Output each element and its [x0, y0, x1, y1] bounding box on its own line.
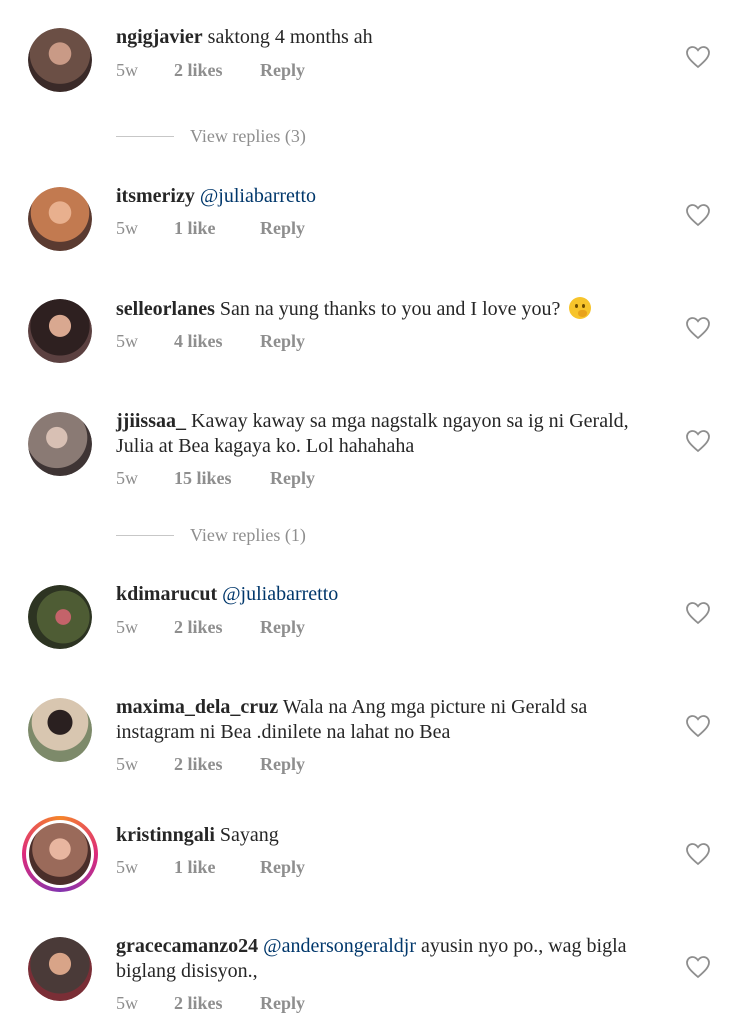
reply-button[interactable]: Reply — [260, 218, 305, 239]
heart-icon[interactable] — [685, 429, 711, 453]
comment-username[interactable]: selleorlanes — [116, 298, 215, 320]
avatar[interactable] — [28, 28, 92, 92]
heart-icon[interactable] — [685, 714, 711, 738]
comment-body: saktong 4 months ah — [207, 26, 373, 48]
view-replies-line — [116, 535, 174, 536]
comment-body: Kaway kaway sa mga nagstalk ngayon sa ig… — [116, 410, 629, 457]
comment-meta: 5w 2 likes Reply — [116, 993, 305, 1014]
comment-text: itsmerizy @juliabarretto — [116, 184, 656, 209]
comment-text: selleorlanes San na yung thanks to you a… — [116, 297, 656, 322]
view-replies-label: View replies (3) — [190, 126, 306, 146]
comment-likes[interactable]: 15 likes — [174, 468, 270, 489]
comment-time: 5w — [116, 331, 138, 351]
reply-button[interactable]: Reply — [260, 754, 305, 775]
reply-button[interactable]: Reply — [260, 331, 305, 352]
comment-username[interactable]: kristinngali — [116, 824, 215, 846]
comment-text: ngigjavier saktong 4 months ah — [116, 25, 656, 50]
comment-likes[interactable]: 4 likes — [174, 331, 260, 352]
comment-likes[interactable]: 2 likes — [174, 617, 260, 638]
reply-button[interactable]: Reply — [270, 468, 315, 489]
comment-body: San na yung thanks to you and I love you… — [219, 298, 561, 320]
avatar[interactable] — [28, 299, 92, 363]
comment-likes[interactable]: 2 likes — [174, 993, 260, 1014]
comment-username[interactable]: kdimarucut — [116, 583, 217, 605]
comment-username[interactable]: itsmerizy — [116, 185, 195, 207]
view-replies-line — [116, 136, 174, 137]
comment-time: 5w — [116, 754, 138, 774]
comment-text: gracecamanzo24 @andersongeraldjr ayusin … — [116, 934, 656, 984]
reply-button[interactable]: Reply — [260, 617, 305, 638]
heart-icon[interactable] — [685, 316, 711, 340]
heart-icon[interactable] — [685, 45, 711, 69]
comment-meta: 5w 15 likes Reply — [116, 468, 315, 489]
comment-mention[interactable]: @juliabarretto — [200, 185, 316, 207]
comment-likes[interactable]: 2 likes — [174, 60, 260, 81]
comment-text: kristinngali Sayang — [116, 823, 656, 848]
comment-text: maxima_dela_cruz Wala na Ang mga picture… — [116, 695, 656, 745]
view-replies-button[interactable]: View replies (3) — [116, 126, 306, 147]
avatar[interactable] — [28, 698, 92, 762]
heart-icon[interactable] — [685, 955, 711, 979]
comment-text: jjiissaa_ Kaway kaway sa mga nagstalk ng… — [116, 409, 646, 459]
comment-meta: 5w 2 likes Reply — [116, 754, 305, 775]
comment-time: 5w — [116, 857, 138, 877]
avatar[interactable] — [28, 187, 92, 251]
comment-likes[interactable]: 1 like — [174, 857, 260, 878]
comment-text: kdimarucut @juliabarretto — [116, 582, 656, 607]
comment-time: 5w — [116, 993, 138, 1013]
reply-button[interactable]: Reply — [260, 857, 305, 878]
comment-body: Sayang — [219, 824, 279, 846]
comment-likes[interactable]: 2 likes — [174, 754, 260, 775]
comment-mention[interactable]: @juliabarretto — [222, 583, 338, 605]
avatar-with-story-ring[interactable] — [22, 816, 98, 892]
comment-meta: 5w 4 likes Reply — [116, 331, 305, 352]
comment-username[interactable]: gracecamanzo24 — [116, 935, 258, 957]
heart-icon[interactable] — [685, 203, 711, 227]
comment-likes[interactable]: 1 like — [174, 218, 260, 239]
comment-meta: 5w 2 likes Reply — [116, 617, 305, 638]
comment-time: 5w — [116, 218, 138, 238]
thinking-face-icon — [569, 297, 592, 319]
avatar[interactable] — [28, 585, 92, 649]
view-replies-button[interactable]: View replies (1) — [116, 525, 306, 546]
comment-time: 5w — [116, 60, 138, 80]
comment-username[interactable]: jjiissaa_ — [116, 410, 186, 432]
view-replies-label: View replies (1) — [190, 525, 306, 545]
avatar[interactable] — [28, 937, 92, 1001]
comment-mention[interactable]: @andersongeraldjr — [263, 935, 416, 957]
comment-meta: 5w 1 like Reply — [116, 218, 305, 239]
comment-meta: 5w 2 likes Reply — [116, 60, 305, 81]
avatar[interactable] — [28, 412, 92, 476]
reply-button[interactable]: Reply — [260, 993, 305, 1014]
comment-username[interactable]: maxima_dela_cruz — [116, 696, 278, 718]
comment-meta: 5w 1 like Reply — [116, 857, 305, 878]
comment-time: 5w — [116, 468, 138, 488]
reply-button[interactable]: Reply — [260, 60, 305, 81]
heart-icon[interactable] — [685, 842, 711, 866]
comment-username[interactable]: ngigjavier — [116, 26, 203, 48]
comment-time: 5w — [116, 617, 138, 637]
heart-icon[interactable] — [685, 601, 711, 625]
